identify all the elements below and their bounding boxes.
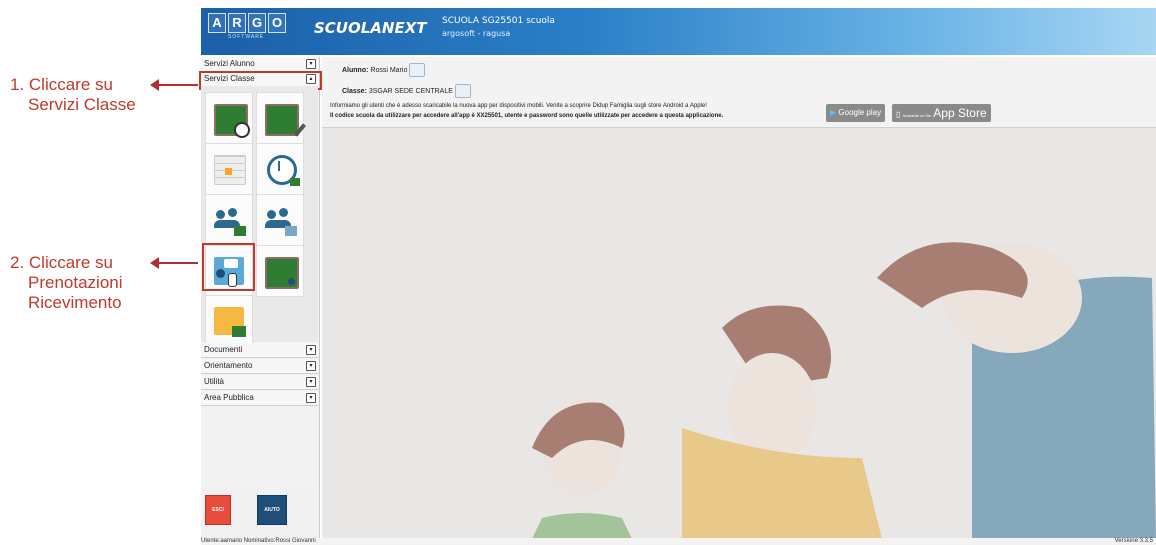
argo-logo: A R G O bbox=[208, 13, 286, 33]
chevron-down-icon[interactable]: ▾ bbox=[306, 393, 316, 403]
tile-registro-classe[interactable] bbox=[205, 92, 253, 144]
app-store-badge[interactable]: ▯ Available on the App Store bbox=[892, 104, 991, 122]
menu-orientamento[interactable]: Orientamento ▾ bbox=[201, 359, 318, 374]
step1-text-line1: 1. Cliccare su bbox=[10, 75, 113, 94]
chevron-down-icon[interactable]: ▾ bbox=[306, 59, 316, 69]
status-footer bbox=[201, 538, 1156, 545]
menu-label: Orientamento bbox=[204, 361, 253, 370]
play-icon: ▶ bbox=[830, 108, 837, 117]
board-person-icon bbox=[265, 257, 299, 289]
alunno-row: Alunno: Rossi Mario bbox=[342, 63, 426, 77]
menu-label: Documenti bbox=[204, 345, 243, 354]
menu-area-pubblica[interactable]: Area Pubblica ▾ bbox=[201, 391, 318, 406]
user-info: Utente:aamario Nominativo:Rossi Giovanni bbox=[201, 538, 316, 544]
tile-lavagna[interactable] bbox=[256, 245, 304, 297]
menu-label: Utilità bbox=[204, 377, 225, 386]
board-pencil-icon bbox=[265, 104, 307, 137]
menu-servizi-alunno[interactable]: Servizi Alunno ▾ bbox=[201, 57, 318, 72]
google-play-label: Google play bbox=[838, 108, 882, 117]
esci-button[interactable]: ESCI bbox=[205, 495, 231, 525]
menu-utilita[interactable]: Utilità ▾ bbox=[201, 375, 318, 390]
note-board-icon bbox=[214, 307, 246, 337]
tile-orario[interactable] bbox=[205, 143, 253, 195]
google-play-badge[interactable]: ▶ Google play bbox=[826, 104, 886, 122]
board-clock-icon bbox=[214, 104, 250, 138]
brand-title: SCUOLANEXT bbox=[314, 19, 427, 37]
menu-label: Area Pubblica bbox=[204, 393, 254, 402]
main-content-area bbox=[322, 128, 1156, 539]
step2-text-line2: Prenotazioni bbox=[28, 273, 123, 292]
step2-text-line3: Ricevimento bbox=[28, 293, 122, 312]
menu-label: Servizi Alunno bbox=[204, 59, 255, 68]
logo-letter: G bbox=[248, 13, 266, 33]
alunno-value: Rossi Mario bbox=[370, 66, 408, 74]
family-illustration bbox=[322, 128, 1156, 539]
group-desk-icon bbox=[265, 206, 297, 236]
step2-annotation: 2. Cliccare su Prenotazioni Ricevimento bbox=[10, 253, 123, 313]
select-student-icon[interactable] bbox=[409, 63, 426, 77]
logo-letter: A bbox=[208, 13, 226, 33]
chevron-down-icon[interactable]: ▾ bbox=[306, 377, 316, 387]
alunno-label: Alunno: bbox=[342, 66, 369, 74]
step1-arrow bbox=[150, 79, 198, 91]
school-location: argosoft - ragusa bbox=[442, 29, 511, 38]
logo-letter: O bbox=[268, 13, 286, 33]
classe-row: Classe: 3SGAR SEDE CENTRALE bbox=[342, 84, 471, 98]
tile-registro-docente[interactable] bbox=[256, 92, 307, 144]
version-label: Versione 3.3.5 bbox=[1114, 538, 1153, 544]
step2-arrow bbox=[150, 257, 198, 269]
step2-text-line1: 2. Cliccare su bbox=[10, 253, 113, 272]
calendar-grid-icon bbox=[214, 155, 246, 185]
tile-alunni-classe[interactable] bbox=[256, 194, 304, 246]
phone-icon: ▯ bbox=[896, 110, 901, 119]
classe-value: 3SGAR SEDE CENTRALE bbox=[368, 87, 453, 95]
chevron-down-icon[interactable]: ▾ bbox=[306, 345, 316, 355]
school-name: SCUOLA SG25501 scuola bbox=[442, 16, 555, 26]
group-board-icon bbox=[214, 206, 246, 236]
app-info-line1: Informiamo gli utenti che è adesso scari… bbox=[330, 103, 707, 109]
step1-text-line2: Servizi Classe bbox=[28, 95, 136, 114]
app-store-label: App Store bbox=[933, 106, 987, 120]
tile-orario-docente[interactable] bbox=[256, 143, 304, 195]
highlight-prenotazioni bbox=[202, 243, 255, 291]
logo-letter: R bbox=[228, 13, 246, 33]
classe-label: Classe: bbox=[342, 87, 367, 95]
app-info-line2: Il codice scuola da utilizzare per acced… bbox=[330, 113, 724, 119]
step1-annotation: 1. Cliccare su Servizi Classe bbox=[10, 75, 136, 115]
clock-board-icon bbox=[267, 155, 300, 186]
tile-bacheca[interactable] bbox=[205, 295, 253, 347]
app-store-small-label: Available on the bbox=[902, 113, 932, 118]
logo-subtitle: SOFTWARE bbox=[228, 34, 265, 40]
aiuto-button[interactable]: AIUTO bbox=[257, 495, 287, 525]
tile-docenti-classe[interactable] bbox=[205, 194, 253, 246]
menu-documenti[interactable]: Documenti ▾ bbox=[201, 343, 318, 358]
chevron-down-icon[interactable]: ▾ bbox=[306, 361, 316, 371]
select-class-icon[interactable] bbox=[454, 84, 471, 98]
